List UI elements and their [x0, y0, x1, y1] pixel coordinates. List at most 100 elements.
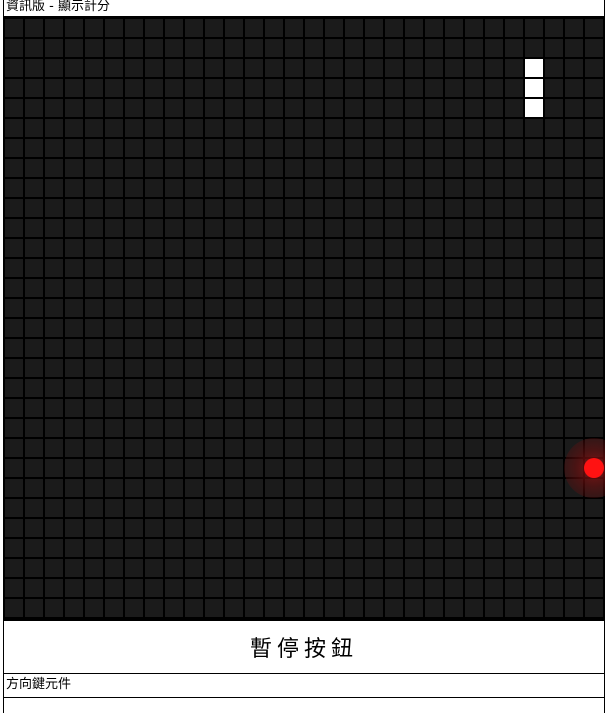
- board-cell: [524, 218, 544, 238]
- board-cell: [464, 258, 484, 278]
- board-cell: [324, 18, 344, 38]
- board-cell: [284, 218, 304, 238]
- board-cell: [464, 398, 484, 418]
- board-cell: [424, 298, 444, 318]
- board-cell: [584, 38, 604, 58]
- board-cell: [104, 578, 124, 598]
- board-cell: [24, 418, 44, 438]
- board-cell: [324, 538, 344, 558]
- board-cell: [184, 378, 204, 398]
- board-cell: [144, 518, 164, 538]
- board-cell: [584, 358, 604, 378]
- board-cell: [544, 298, 564, 318]
- board-cell: [84, 78, 104, 98]
- board-cell: [144, 558, 164, 578]
- board-cell: [444, 98, 464, 118]
- board-cell: [284, 58, 304, 78]
- board-cell: [204, 98, 224, 118]
- board-cell: [484, 198, 504, 218]
- board-cell: [204, 558, 224, 578]
- board-cell: [204, 178, 224, 198]
- board-cell: [484, 118, 504, 138]
- board-cell: [44, 298, 64, 318]
- board-cell: [404, 378, 424, 398]
- board-cell: [584, 378, 604, 398]
- board-cell: [324, 258, 344, 278]
- board-cell: [524, 518, 544, 538]
- board-cell: [184, 458, 204, 478]
- board-cell: [104, 158, 124, 178]
- board-cell: [444, 578, 464, 598]
- board-cell: [504, 298, 524, 318]
- board-cell: [304, 438, 324, 458]
- board-cell: [284, 178, 304, 198]
- board-cell: [264, 558, 284, 578]
- board-cell: [144, 78, 164, 98]
- board-cell: [184, 258, 204, 278]
- board-cell: [424, 318, 444, 338]
- board-cell: [304, 178, 324, 198]
- board-cell: [84, 338, 104, 358]
- board-cell: [4, 378, 24, 398]
- board-cell: [564, 278, 584, 298]
- board-cell: [244, 458, 264, 478]
- board-cell: [244, 438, 264, 458]
- board-cell: [4, 298, 24, 318]
- board-cell: [364, 238, 384, 258]
- board-cell: [244, 338, 264, 358]
- board-cell: [364, 278, 384, 298]
- board-cell: [564, 58, 584, 78]
- board-cell: [4, 478, 24, 498]
- board-cell: [44, 158, 64, 178]
- board-cell: [244, 538, 264, 558]
- board-cell: [244, 418, 264, 438]
- board-cell: [264, 58, 284, 78]
- board-cell: [564, 118, 584, 138]
- board-cell: [484, 218, 504, 238]
- board-cell: [404, 398, 424, 418]
- board-cell: [104, 238, 124, 258]
- board-cell: [324, 198, 344, 218]
- board-cell: [264, 258, 284, 278]
- board-cell: [364, 538, 384, 558]
- pause-button[interactable]: 暫停按鈕: [3, 620, 605, 674]
- board-cell: [164, 278, 184, 298]
- board-cell: [404, 98, 424, 118]
- board-cell: [284, 98, 304, 118]
- board-cell: [464, 498, 484, 518]
- board-cell: [544, 538, 564, 558]
- board-cell: [384, 478, 404, 498]
- board-cell: [464, 518, 484, 538]
- direction-controls-area[interactable]: [3, 698, 605, 713]
- board-cell: [344, 238, 364, 258]
- board-cell: [244, 258, 264, 278]
- board-cell: [564, 518, 584, 538]
- board-cell: [144, 538, 164, 558]
- board-cell: [264, 38, 284, 58]
- board-cell: [364, 558, 384, 578]
- board-cell: [544, 518, 564, 538]
- board-cell: [84, 238, 104, 258]
- snake-segment: [524, 98, 544, 118]
- board-cell: [524, 478, 544, 498]
- board-cell: [404, 58, 424, 78]
- board-cell: [444, 178, 464, 198]
- board-cell: [224, 158, 244, 178]
- board-cell: [204, 258, 224, 278]
- board-cell: [444, 138, 464, 158]
- board-cell: [404, 238, 424, 258]
- board-cell: [364, 578, 384, 598]
- board-cell: [304, 478, 324, 498]
- board-cell: [344, 338, 364, 358]
- board-cell: [304, 118, 324, 138]
- board-cell: [564, 358, 584, 378]
- board-cell: [464, 178, 484, 198]
- board-cell: [224, 258, 244, 278]
- board-cell: [564, 378, 584, 398]
- board-cell: [164, 98, 184, 118]
- board-cell: [484, 338, 504, 358]
- board-cell: [204, 378, 224, 398]
- board-cell: [244, 358, 264, 378]
- board-cell: [564, 78, 584, 98]
- board-cell: [424, 118, 444, 138]
